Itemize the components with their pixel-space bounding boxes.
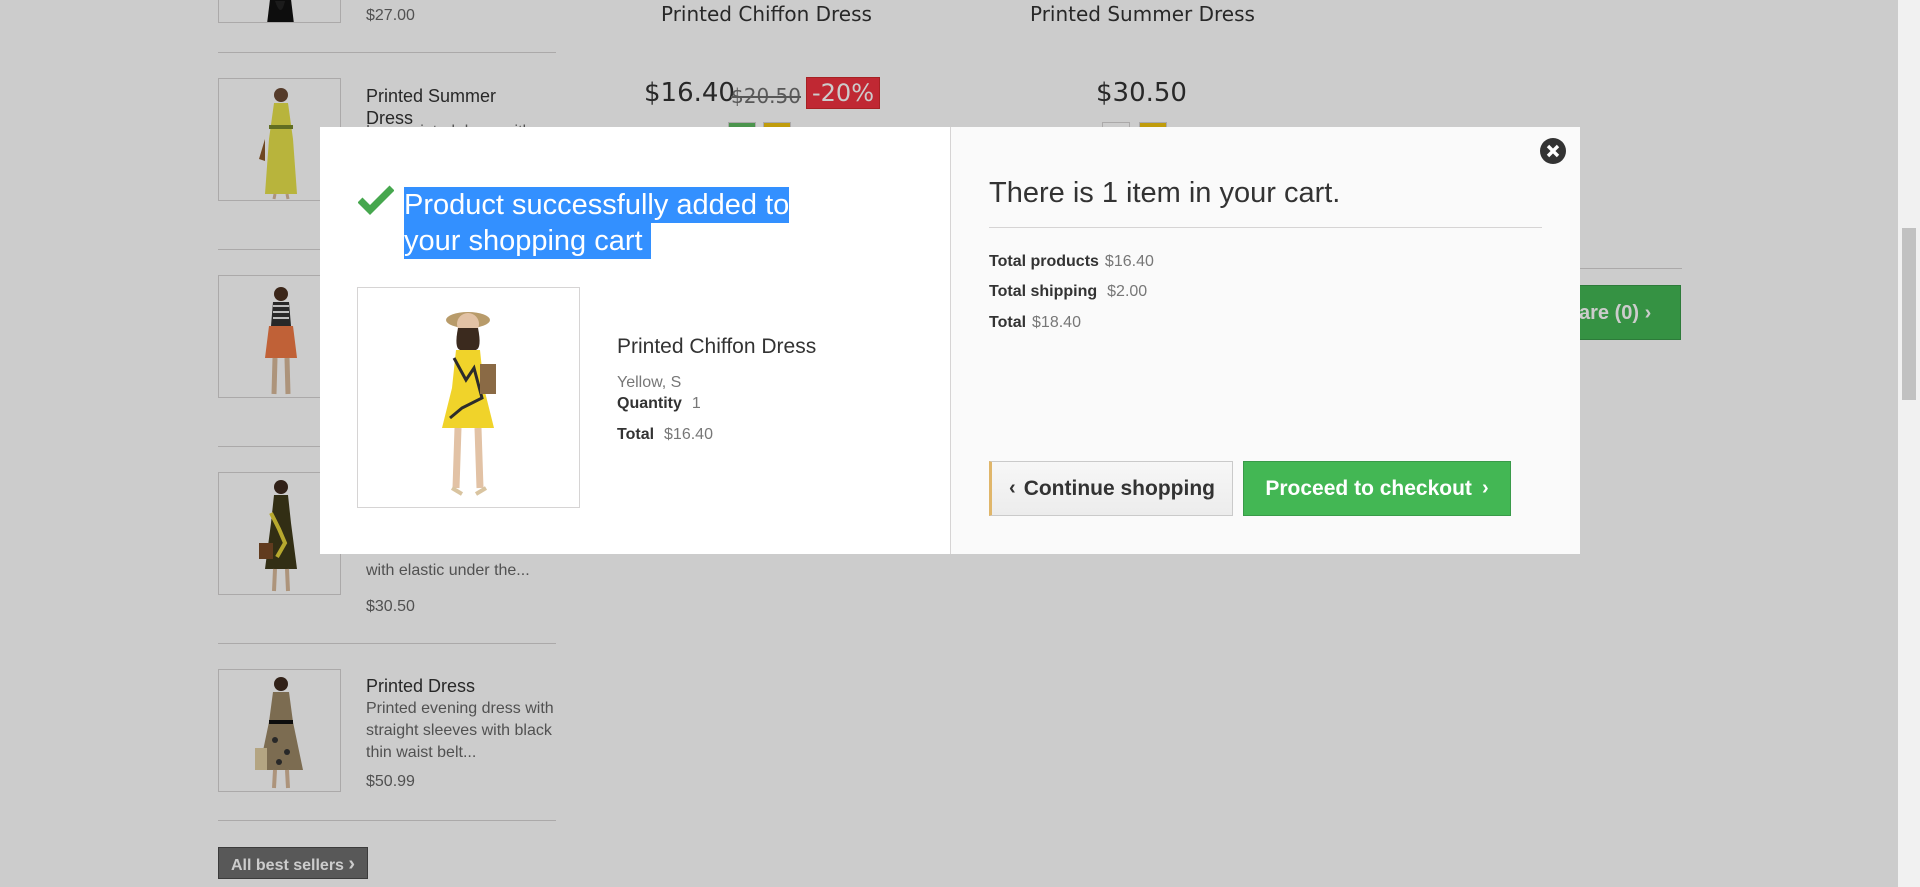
cart-total-label: Total xyxy=(989,314,1027,331)
total-value: $16.40 xyxy=(664,426,713,443)
success-title-text: Product successfully added to your shopp… xyxy=(404,187,790,259)
continue-shopping-label: Continue shopping xyxy=(1023,476,1215,500)
product-image xyxy=(357,287,580,508)
close-icon[interactable] xyxy=(1539,137,1567,165)
quantity-value: 1 xyxy=(691,395,701,412)
product-name: Printed Chiffon Dress xyxy=(617,335,817,358)
total-shipping-row: Total shipping $2.00 xyxy=(989,283,1147,301)
total-shipping-label: Total shipping xyxy=(989,283,1098,300)
cart-total-value: $18.40 xyxy=(1032,314,1081,331)
chevron-right-icon: › xyxy=(1481,477,1489,499)
total-label: Total xyxy=(617,426,655,443)
modal-product-panel: Product successfully added to your shopp… xyxy=(320,127,950,554)
total-products-label: Total products xyxy=(989,253,1099,270)
proceed-to-checkout-button[interactable]: Proceed to checkout › xyxy=(1243,461,1511,516)
proceed-to-checkout-label: Proceed to checkout xyxy=(1265,476,1472,500)
total-products-row: Total products $16.40 xyxy=(989,253,1154,271)
continue-shopping-button[interactable]: ‹ Continue shopping xyxy=(989,461,1233,516)
chevron-left-icon: ‹ xyxy=(1009,477,1016,499)
total-row: Total $18.40 xyxy=(989,314,1081,332)
modal-cart-panel: There is 1 item in your cart. Total prod… xyxy=(950,127,1580,554)
total-products-value: $16.40 xyxy=(1104,253,1154,270)
product-attributes: Yellow, S xyxy=(617,374,682,391)
total-shipping-value: $2.00 xyxy=(1107,283,1148,300)
product-total: Total $16.40 xyxy=(617,426,713,444)
cart-count-text: There is 1 item in your cart. xyxy=(989,177,1341,209)
success-title: Product successfully added to your shopp… xyxy=(404,187,824,259)
divider xyxy=(989,227,1542,228)
check-icon xyxy=(358,185,394,215)
quantity-label: Quantity xyxy=(617,395,682,412)
product-quantity: Quantity 1 xyxy=(617,395,701,413)
add-to-cart-modal: Product successfully added to your shopp… xyxy=(320,127,1580,554)
scrollbar-thumb[interactable] xyxy=(1902,228,1916,400)
scrollbar[interactable] xyxy=(1898,0,1920,887)
